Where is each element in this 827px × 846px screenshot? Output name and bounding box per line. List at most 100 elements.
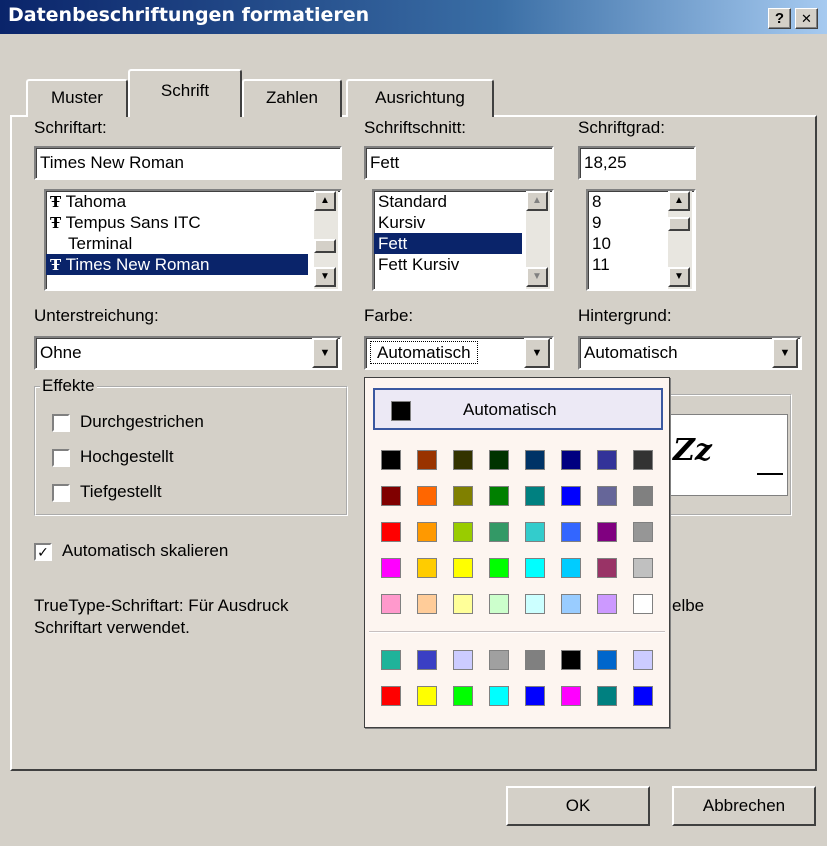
background-select[interactable]: Automatisch (578, 336, 802, 370)
autoscale-checkbox[interactable]: ✓ (34, 543, 52, 561)
scroll-down-icon[interactable]: ▼ (668, 267, 690, 287)
tab-ausrichtung[interactable]: Ausrichtung (346, 79, 494, 117)
subscript-checkbox[interactable] (52, 484, 70, 502)
scroll-thumb[interactable] (668, 217, 690, 231)
size-list-item[interactable]: 8 (588, 191, 658, 212)
color-swatch[interactable] (453, 686, 473, 706)
color-swatch[interactable] (417, 558, 437, 578)
style-list[interactable]: Standard Kursiv Fett Fett Kursiv ▲ ▼ (372, 189, 554, 291)
underline-select[interactable]: Ohne (34, 336, 342, 370)
strikethrough-checkbox[interactable] (52, 414, 70, 432)
style-list-item[interactable]: Fett Kursiv (374, 254, 522, 275)
color-swatch[interactable] (453, 450, 473, 470)
color-swatch[interactable] (561, 558, 581, 578)
color-swatch[interactable] (525, 450, 545, 470)
size-list-item[interactable]: 11 (588, 254, 658, 275)
color-swatch[interactable] (633, 594, 653, 614)
size-list[interactable]: 8 9 10 11 ▲ ▼ (586, 189, 696, 291)
style-input[interactable]: Fett (364, 146, 554, 180)
color-swatch[interactable] (597, 650, 617, 670)
color-swatch[interactable] (597, 686, 617, 706)
color-swatch[interactable] (489, 558, 509, 578)
color-swatch[interactable] (381, 522, 401, 542)
color-swatch[interactable] (561, 686, 581, 706)
style-list-item[interactable]: Kursiv (374, 212, 522, 233)
scroll-up-icon[interactable]: ▲ (668, 191, 690, 211)
color-swatch[interactable] (597, 486, 617, 506)
color-swatch[interactable] (489, 486, 509, 506)
scroll-down-icon[interactable]: ▼ (526, 267, 548, 287)
color-swatch[interactable] (633, 522, 653, 542)
color-swatch[interactable] (525, 522, 545, 542)
color-swatch[interactable] (453, 522, 473, 542)
color-swatch[interactable] (633, 450, 653, 470)
color-swatch[interactable] (453, 594, 473, 614)
color-swatch[interactable] (597, 558, 617, 578)
font-list[interactable]: Ŧ Tahoma Ŧ Tempus Sans ITC Terminal Ŧ Ti… (44, 189, 342, 291)
chevron-down-icon[interactable]: ▼ (772, 338, 798, 368)
tab-zahlen[interactable]: Zahlen (242, 79, 342, 117)
color-swatch[interactable] (489, 686, 509, 706)
color-swatch[interactable] (417, 650, 437, 670)
help-button[interactable]: ? (768, 8, 791, 29)
color-swatch[interactable] (489, 650, 509, 670)
superscript-checkbox[interactable] (52, 449, 70, 467)
color-swatch[interactable] (525, 650, 545, 670)
color-swatch[interactable] (561, 522, 581, 542)
color-swatch[interactable] (633, 558, 653, 578)
color-swatch[interactable] (381, 486, 401, 506)
color-swatch[interactable] (633, 650, 653, 670)
font-list-item-selected[interactable]: Ŧ Times New Roman (46, 254, 308, 275)
color-swatch[interactable] (381, 594, 401, 614)
color-swatch[interactable] (561, 650, 581, 670)
color-swatch[interactable] (597, 522, 617, 542)
style-list-item-selected[interactable]: Fett (374, 233, 522, 254)
cancel-button[interactable]: Abbrechen (672, 786, 816, 826)
color-swatch[interactable] (417, 594, 437, 614)
font-list-item[interactable]: Terminal (46, 233, 308, 254)
chevron-down-icon[interactable]: ▼ (524, 338, 550, 368)
ok-button[interactable]: OK (506, 786, 650, 826)
color-swatch[interactable] (633, 686, 653, 706)
color-swatch[interactable] (381, 450, 401, 470)
color-swatch[interactable] (453, 486, 473, 506)
color-swatch[interactable] (453, 558, 473, 578)
close-button[interactable]: ✕ (795, 8, 818, 29)
color-swatch[interactable] (633, 486, 653, 506)
color-swatch[interactable] (381, 686, 401, 706)
style-list-item[interactable]: Standard (374, 191, 522, 212)
color-swatch[interactable] (417, 522, 437, 542)
color-swatch[interactable] (597, 594, 617, 614)
color-swatch[interactable] (489, 522, 509, 542)
scroll-up-icon[interactable]: ▲ (526, 191, 548, 211)
color-swatch[interactable] (525, 686, 545, 706)
color-swatch[interactable] (597, 450, 617, 470)
color-swatch[interactable] (417, 686, 437, 706)
color-swatch[interactable] (525, 486, 545, 506)
scroll-thumb[interactable] (314, 239, 336, 253)
color-swatch[interactable] (561, 594, 581, 614)
color-swatch[interactable] (381, 558, 401, 578)
font-input[interactable]: Times New Roman (34, 146, 342, 180)
color-swatch[interactable] (381, 650, 401, 670)
color-swatch[interactable] (561, 450, 581, 470)
font-list-item[interactable]: Ŧ Tempus Sans ITC (46, 212, 308, 233)
size-list-item[interactable]: 9 (588, 212, 658, 233)
scroll-up-icon[interactable]: ▲ (314, 191, 336, 211)
size-input[interactable]: 18,25 (578, 146, 696, 180)
tab-schrift[interactable]: Schrift (128, 69, 242, 117)
color-swatch[interactable] (489, 450, 509, 470)
automatic-color-button[interactable]: Automatisch (373, 388, 663, 430)
scroll-down-icon[interactable]: ▼ (314, 267, 336, 287)
color-swatch[interactable] (489, 594, 509, 614)
color-swatch[interactable] (525, 558, 545, 578)
color-swatch[interactable] (453, 650, 473, 670)
chevron-down-icon[interactable]: ▼ (312, 338, 338, 368)
color-swatch[interactable] (525, 594, 545, 614)
tab-muster[interactable]: Muster (26, 79, 128, 117)
font-list-item[interactable]: Ŧ Tahoma (46, 191, 308, 212)
size-list-item[interactable]: 10 (588, 233, 658, 254)
color-swatch[interactable] (561, 486, 581, 506)
color-swatch[interactable] (417, 486, 437, 506)
color-swatch[interactable] (417, 450, 437, 470)
